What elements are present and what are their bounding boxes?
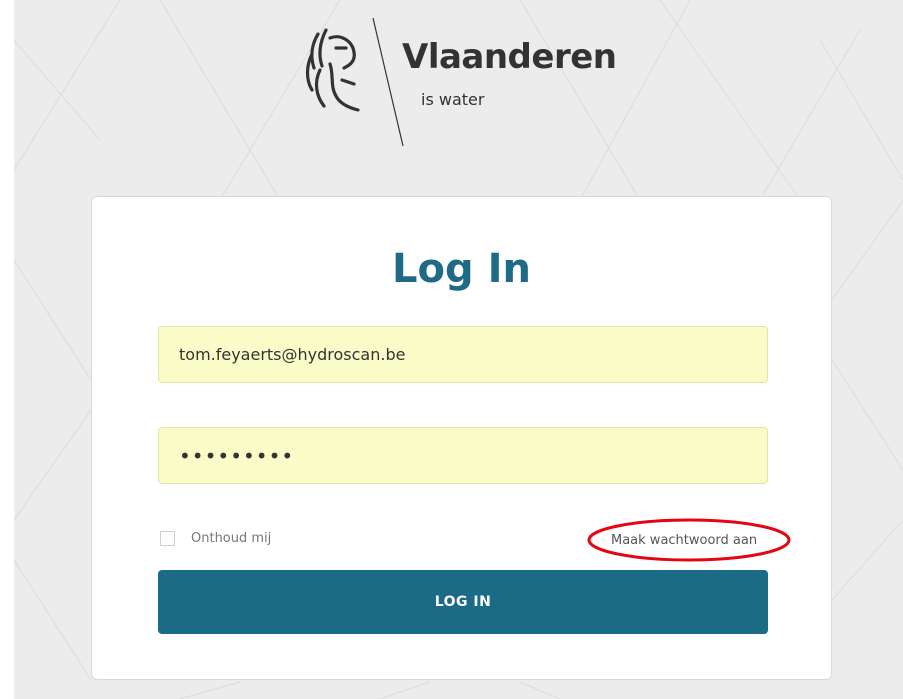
remember-checkbox[interactable] — [160, 531, 175, 546]
remember-me[interactable]: Onthoud mij — [160, 531, 271, 546]
remember-label: Onthoud mij — [191, 531, 272, 546]
brand-tagline: is water — [421, 90, 485, 109]
email-field[interactable] — [158, 326, 768, 383]
flemish-lion-icon — [305, 28, 360, 112]
login-card: Log In Onthoud mij Maak wachtwoord aan L… — [91, 196, 832, 680]
brand-name: Vlaanderen — [402, 37, 617, 77]
page-title: Log In — [392, 246, 531, 292]
brand-divider — [372, 18, 404, 147]
create-password-link[interactable]: Maak wachtwoord aan — [611, 533, 757, 548]
login-button[interactable]: LOG IN — [158, 570, 768, 634]
header: Vlaanderen is water — [0, 0, 903, 190]
password-field[interactable] — [158, 427, 768, 484]
